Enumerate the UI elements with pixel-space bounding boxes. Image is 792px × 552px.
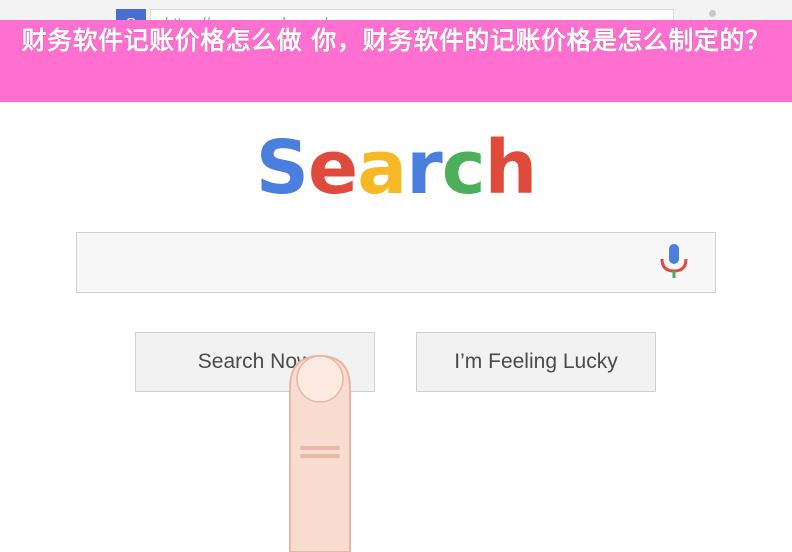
feeling-lucky-button[interactable]: I’m Feeling Lucky [416,332,656,392]
finger-pointer-icon [289,354,351,552]
logo-letter: a [357,125,407,211]
logo-letter: e [308,125,358,211]
logo-letter: h [484,125,538,211]
microphone-icon[interactable] [654,242,694,282]
search-logo: Search [0,126,792,210]
logo-letter: r [406,125,442,211]
logo-letter: c [441,125,486,211]
search-input[interactable] [76,232,716,293]
logo-letter: S [255,125,309,211]
title-banner: 财务软件记账价格怎么做 你，财务软件的记账价格是怎么制定的？ [0,20,792,102]
